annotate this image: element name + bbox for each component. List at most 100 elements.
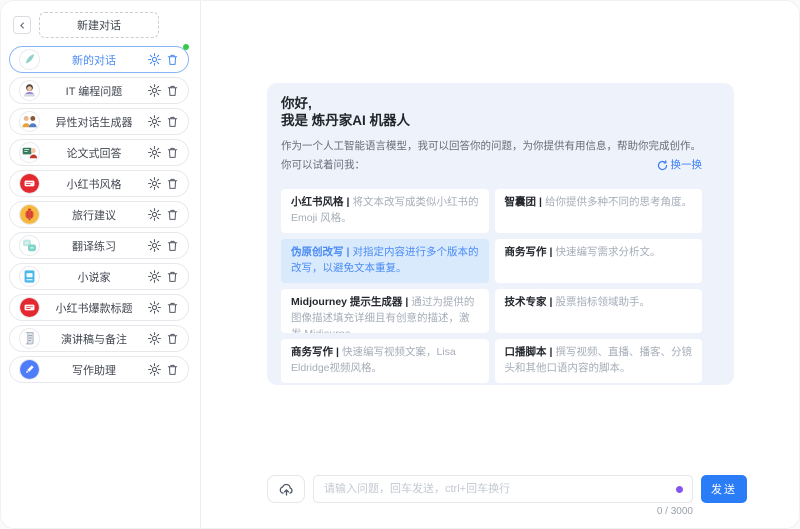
chat-item-label: 写作助理 [72, 364, 116, 377]
upload-button[interactable] [267, 475, 305, 503]
card-title: 商务写作 [504, 246, 547, 258]
greeting-line1: 你好, [281, 96, 312, 111]
trash-icon[interactable] [166, 332, 179, 345]
trash-icon[interactable] [166, 84, 179, 97]
suggestion-card[interactable]: 小红书风格 | 将文本改写成类似小红书的 Emoji 风格。 [281, 189, 489, 233]
chat-item-actions [148, 177, 179, 190]
chat-item-label: 旅行建议 [72, 209, 116, 222]
gear-icon[interactable] [148, 146, 161, 159]
chevron-left-icon [18, 18, 27, 33]
chat-list-item[interactable]: 小红书爆款标题 [9, 294, 189, 321]
trash-icon[interactable] [166, 363, 179, 376]
suggestion-card[interactable]: 口播脚本 | 撰写视频、直播、播客、分镜头和其他口语内容的脚本。 [494, 339, 702, 383]
green-dot-icon [183, 44, 189, 50]
gear-icon[interactable] [148, 53, 161, 66]
try-prompt-label: 你可以试着问我： [281, 159, 365, 171]
refresh-label: 换一换 [670, 159, 703, 171]
trash-icon[interactable] [166, 177, 179, 190]
woman-technologist-icon [19, 80, 40, 101]
upload-cloud-icon [278, 481, 295, 498]
chat-list-item[interactable]: 演讲稿与备注 [9, 325, 189, 352]
card-description: 快速编写需求分析文。 [555, 246, 661, 258]
chat-item-actions [148, 332, 179, 345]
trash-icon[interactable] [166, 146, 179, 159]
trash-icon[interactable] [166, 115, 179, 128]
card-title: 商务写作 [291, 346, 333, 358]
try-row: 你可以试着问我： 换一换 [281, 158, 702, 173]
chat-item-actions [148, 84, 179, 97]
gear-icon[interactable] [148, 177, 161, 190]
card-description: 股票指标领域助手。 [555, 296, 650, 308]
chat-item-actions [148, 146, 179, 159]
trash-icon[interactable] [166, 239, 179, 252]
chat-item-actions [148, 363, 179, 376]
chat-item-label: 小说家 [77, 271, 111, 284]
couple-icon [19, 111, 40, 132]
chat-item-label: 小红书风格 [66, 178, 122, 191]
collapse-sidebar-button[interactable] [13, 16, 31, 34]
suggestion-card[interactable]: 商务写作 | 快速编写视频文案，Lisa Eldridge视频风格。 [281, 339, 489, 383]
refresh-icon [657, 160, 668, 171]
message-input[interactable] [313, 475, 693, 503]
gear-icon[interactable] [148, 239, 161, 252]
suggestion-cards: 小红书风格 | 将文本改写成类似小红书的 Emoji 风格。 智囊团 | 给你提供多种不… [281, 189, 702, 383]
feather-icon [19, 49, 40, 70]
xiaohongshu-icon [19, 173, 40, 194]
chat-item-label: 小红书爆款标题 [55, 302, 133, 315]
card-title: 技术专家 [504, 296, 547, 308]
trash-icon[interactable] [166, 53, 179, 66]
chat-list-item[interactable]: 小红书风格 [9, 170, 189, 197]
gear-icon[interactable] [148, 270, 161, 283]
card-separator: | [336, 346, 339, 358]
composer: 0 / 3000 发送 [267, 475, 747, 517]
message-input-wrap [313, 475, 693, 503]
suggestion-card[interactable]: 技术专家 | 股票指标领域助手。 [494, 289, 702, 333]
gear-icon[interactable] [148, 363, 161, 376]
chat-list-item[interactable]: IT 编程问题 [9, 77, 189, 104]
suggestion-card[interactable]: 伪原创改写 | 对指定内容进行多个版本的改写，以避免文本重复。 [281, 239, 489, 283]
suggestion-card[interactable]: 智囊团 | 给你提供多种不同的思考角度。 [494, 189, 702, 233]
chat-list-item[interactable]: 旅行建议 [9, 201, 189, 228]
xiaohongshu-icon [19, 297, 40, 318]
refresh-suggestions-link[interactable]: 换一换 [657, 158, 703, 173]
book-icon [19, 266, 40, 287]
chat-item-label: 论文式回答 [66, 147, 122, 160]
lantern-icon [19, 204, 40, 225]
suggestion-card[interactable]: Midjourney 提示生成器 | 通过为提供的图像描述填充详细且有创意的描述，激… [281, 289, 489, 333]
welcome-description: 作为一个人工智能语言模型，我可以回答你的问题，为你提供有用信息，帮助你完成创作。 [281, 140, 701, 152]
chat-item-actions [148, 301, 179, 314]
trash-icon[interactable] [166, 270, 179, 283]
trash-icon[interactable] [166, 208, 179, 221]
chat-item-label: 新的对话 [72, 54, 116, 67]
chat-item-actions [148, 270, 179, 283]
teacher-icon [19, 142, 40, 163]
card-title: 小红书风格 [291, 196, 344, 208]
chat-item-label: 翻译练习 [72, 240, 116, 253]
card-title: 伪原创改写 [291, 246, 344, 258]
chat-list: 新的对话 IT 编程问题 异性对话生成器 论文式回答 小红书风格 旅行建议 翻译… [9, 44, 189, 383]
gear-icon[interactable] [148, 301, 161, 314]
writer-pen-icon [19, 359, 40, 380]
chat-list-item[interactable]: 新的对话 [9, 44, 189, 73]
gear-icon[interactable] [148, 115, 161, 128]
chat-item-label: 演讲稿与备注 [61, 333, 127, 346]
gear-icon[interactable] [148, 84, 161, 97]
chat-list-item[interactable]: 小说家 [9, 263, 189, 290]
trash-icon[interactable] [166, 301, 179, 314]
chat-list-item[interactable]: 异性对话生成器 [9, 108, 189, 135]
chat-list-item[interactable]: 论文式回答 [9, 139, 189, 166]
gear-icon[interactable] [148, 332, 161, 345]
new-chat-button[interactable]: 新建对话 [39, 12, 159, 38]
card-title: Midjourney 提示生成器 [291, 296, 403, 308]
chat-list-item[interactable]: 写作助理 [9, 356, 189, 383]
welcome-panel: 你好, 我是 炼丹家AI 机器人 作为一个人工智能语言模型，我可以回答你的问题，… [267, 83, 734, 385]
translate-icon [19, 235, 40, 256]
card-title: 口播脚本 [504, 346, 547, 358]
greeting-line2: 我是 炼丹家AI 机器人 [281, 113, 411, 128]
chat-item-actions [148, 239, 179, 252]
send-button[interactable]: 发送 [701, 475, 747, 503]
chat-item-label: IT 编程问题 [65, 85, 123, 98]
chat-list-item[interactable]: 翻译练习 [9, 232, 189, 259]
suggestion-card[interactable]: 商务写作 | 快速编写需求分析文。 [494, 239, 702, 283]
gear-icon[interactable] [148, 208, 161, 221]
